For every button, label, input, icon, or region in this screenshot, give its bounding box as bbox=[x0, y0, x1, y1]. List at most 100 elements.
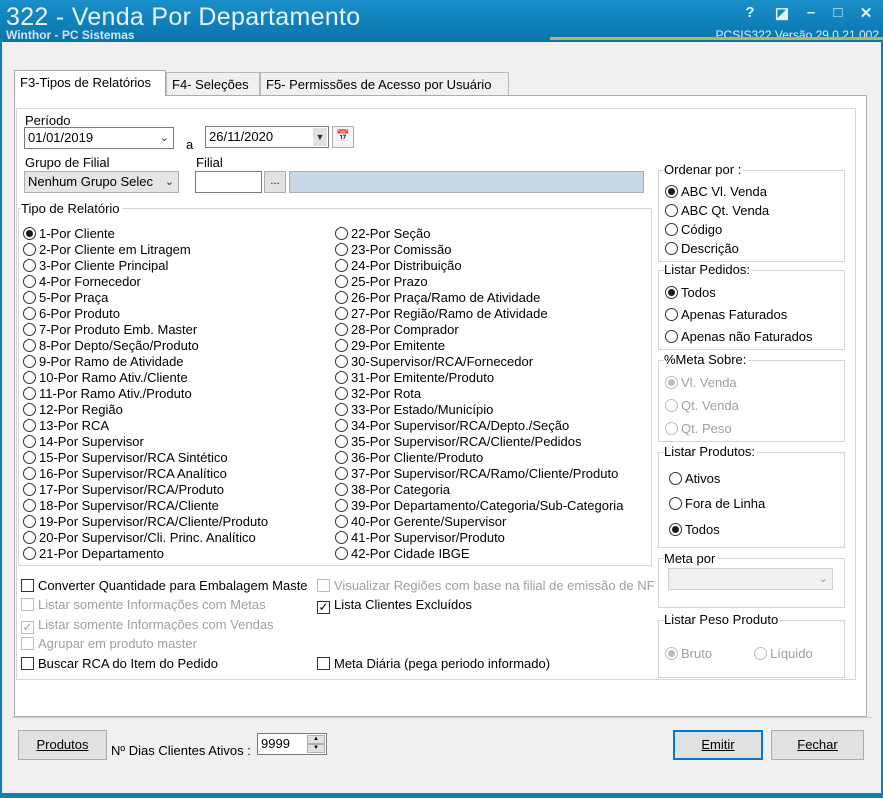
radio-39-por-departamento-categoria-sub-categoria[interactable]: 39-Por Departamento/Categoria/Sub-Catego… bbox=[335, 498, 623, 514]
radio-3-por-cliente-principal[interactable]: 3-Por Cliente Principal bbox=[23, 258, 168, 274]
radio-todos[interactable]: Todos bbox=[669, 522, 720, 538]
restore-layout-icon[interactable]: ◪ bbox=[774, 4, 790, 22]
radio-7-por-produto-emb-master[interactable]: 7-Por Produto Emb. Master bbox=[23, 322, 197, 338]
radio-circle-icon bbox=[665, 242, 678, 255]
radio-circle-icon bbox=[335, 435, 348, 448]
radio-9-por-ramo-de-atividade[interactable]: 9-Por Ramo de Atividade bbox=[23, 354, 184, 370]
radio-19-por-supervisor-rca-cliente-produto[interactable]: 19-Por Supervisor/RCA/Cliente/Produto bbox=[23, 514, 268, 530]
radio-circle-icon bbox=[665, 223, 678, 236]
fechar-button[interactable]: Fechar bbox=[771, 730, 864, 760]
radio-label: 13-Por RCA bbox=[39, 418, 110, 433]
periodo-from-field[interactable]: 01/01/2019 ⌄ bbox=[24, 127, 174, 149]
radio-ativos[interactable]: Ativos bbox=[669, 471, 720, 487]
radio-label: 29-Por Emitente bbox=[351, 338, 445, 353]
periodo-to-field[interactable]: 26/11/2020 ▼ bbox=[205, 126, 329, 148]
radio-34-por-supervisor-rca-depto-secao[interactable]: 34-Por Supervisor/RCA/Depto./Seção bbox=[335, 418, 569, 434]
close-icon[interactable]: ✕ bbox=[858, 4, 874, 22]
tab-permissoes[interactable]: F5- Permissões de Acesso por Usuário bbox=[260, 72, 509, 95]
radio-fora-de-linha[interactable]: Fora de Linha bbox=[669, 496, 765, 512]
radio-label: 4-Por Fornecedor bbox=[39, 274, 141, 289]
radio-30-supervisor-rca-fornecedor[interactable]: 30-Supervisor/RCA/Fornecedor bbox=[335, 354, 533, 370]
radio-codigo[interactable]: Código bbox=[665, 222, 722, 238]
radio-14-por-supervisor[interactable]: 14-Por Supervisor bbox=[23, 434, 144, 450]
radio-2-por-cliente-em-litragem[interactable]: 2-Por Cliente em Litragem bbox=[23, 242, 191, 258]
radio-32-por-rota[interactable]: 32-Por Rota bbox=[335, 386, 421, 402]
radio-abc-qt-venda[interactable]: ABC Qt. Venda bbox=[665, 203, 769, 219]
dias-clientes-stepper[interactable]: 9999 ▲ ▼ bbox=[257, 733, 327, 755]
radio-26-por-praca-ramo-de-atividade[interactable]: 26-Por Praça/Ramo de Atividade bbox=[335, 290, 540, 306]
radio-28-por-comprador[interactable]: 28-Por Comprador bbox=[335, 322, 459, 338]
fechar-button-label: Fechar bbox=[797, 737, 838, 752]
checkbox-lista-clientes-excluidos[interactable]: ✓ Lista Clientes Excluídos bbox=[317, 597, 472, 614]
minimize-icon[interactable]: – bbox=[803, 4, 819, 21]
radio-20-por-supervisor-cli-princ-analitico[interactable]: 20-Por Supervisor/Cli. Princ. Analítico bbox=[23, 530, 256, 546]
radio-15-por-supervisor-rca-sintetico[interactable]: 15-Por Supervisor/RCA Sintético bbox=[23, 450, 228, 466]
radio-label: Todos bbox=[685, 522, 720, 537]
tab-selecoes[interactable]: F4- Seleções bbox=[166, 72, 260, 95]
title-bar: 322 - Venda Por Departamento Winthor - P… bbox=[0, 0, 883, 42]
radio-36-por-cliente-produto[interactable]: 36-Por Cliente/Produto bbox=[335, 450, 483, 466]
filial-search-button[interactable]: ... bbox=[264, 171, 286, 193]
radio-circle-icon bbox=[335, 371, 348, 384]
emitir-button[interactable]: Emitir bbox=[673, 730, 763, 760]
radio-41-por-supervisor-produto[interactable]: 41-Por Supervisor/Produto bbox=[335, 530, 505, 546]
radio-apenas-nao-faturados[interactable]: Apenas não Faturados bbox=[665, 329, 813, 345]
radio-circle-icon bbox=[665, 204, 678, 217]
checkmark-icon: ✓ bbox=[21, 620, 34, 634]
radio-8-por-depto-secao-produto[interactable]: 8-Por Depto/Seção/Produto bbox=[23, 338, 199, 354]
radio-27-por-regiao-ramo-de-atividade[interactable]: 27-Por Região/Ramo de Atividade bbox=[335, 306, 548, 322]
checkbox-converter-quantidade-para-embalagem-maste[interactable]: Converter Quantidade para Embalagem Mast… bbox=[21, 578, 308, 594]
radio-24-por-distribuicao[interactable]: 24-Por Distribuição bbox=[335, 258, 462, 274]
radio-5-por-praca[interactable]: 5-Por Praça bbox=[23, 290, 108, 306]
radio-label: 17-Por Supervisor/RCA/Produto bbox=[39, 482, 224, 497]
radio-22-por-secao[interactable]: 22-Por Seção bbox=[335, 226, 431, 242]
radio-label: 16-Por Supervisor/RCA Analítico bbox=[39, 466, 227, 481]
radio-descricao[interactable]: Descrição bbox=[665, 241, 739, 257]
radio-13-por-rca[interactable]: 13-Por RCA bbox=[23, 418, 109, 434]
radio-12-por-regiao[interactable]: 12-Por Região bbox=[23, 402, 123, 418]
radio-33-por-estado-municipio[interactable]: 33-Por Estado/Município bbox=[335, 402, 493, 418]
radio-circle-icon bbox=[23, 403, 36, 416]
radio-4-por-fornecedor[interactable]: 4-Por Fornecedor bbox=[23, 274, 141, 290]
radio-23-por-comissao[interactable]: 23-Por Comissão bbox=[335, 242, 451, 258]
filial-code-input[interactable] bbox=[195, 171, 262, 193]
radio-17-por-supervisor-rca-produto[interactable]: 17-Por Supervisor/RCA/Produto bbox=[23, 482, 224, 498]
radio-1-por-cliente[interactable]: 1-Por Cliente bbox=[23, 226, 115, 242]
radio-21-por-departamento[interactable]: 21-Por Departamento bbox=[23, 546, 164, 562]
periodo-separator: a bbox=[186, 137, 194, 152]
dropdown-arrow-icon[interactable]: ▼ bbox=[313, 128, 327, 146]
radio-apenas-faturados[interactable]: Apenas Faturados bbox=[665, 307, 787, 323]
radio-16-por-supervisor-rca-analitico[interactable]: 16-Por Supervisor/RCA Analítico bbox=[23, 466, 227, 482]
help-icon[interactable]: ? bbox=[742, 4, 758, 21]
stepper-up-icon[interactable]: ▲ bbox=[307, 735, 325, 744]
radio-abc-vl-venda[interactable]: ABC Vl. Venda bbox=[665, 184, 767, 200]
radio-31-por-emitente-produto[interactable]: 31-Por Emitente/Produto bbox=[335, 370, 494, 386]
radio-11-por-ramo-ativ-produto[interactable]: 11-Por Ramo Ativ./Produto bbox=[23, 386, 192, 402]
radio-label: Código bbox=[681, 222, 723, 237]
radio-18-por-supervisor-rca-cliente[interactable]: 18-Por Supervisor/RCA/Cliente bbox=[23, 498, 219, 514]
radio-circle-icon bbox=[23, 451, 36, 464]
meta-por-select[interactable]: ⌄ bbox=[668, 568, 833, 590]
radio-35-por-supervisor-rca-cliente-pedidos[interactable]: 35-Por Supervisor/RCA/Cliente/Pedidos bbox=[335, 434, 582, 450]
produtos-button[interactable]: Produtos bbox=[18, 730, 107, 760]
checkbox-meta-diaria-pega-periodo-informado[interactable]: Meta Diária (pega periodo informado) bbox=[317, 656, 550, 672]
radio-38-por-categoria[interactable]: 38-Por Categoria bbox=[335, 482, 450, 498]
tab-tipos-relatorios[interactable]: F3-Tipos de Relatórios bbox=[14, 70, 166, 96]
radio-label: 39-Por Departamento/Categoria/Sub-Catego… bbox=[351, 498, 624, 513]
radio-circle-icon bbox=[23, 355, 36, 368]
radio-42-por-cidade-ibge[interactable]: 42-Por Cidade IBGE bbox=[335, 546, 470, 562]
calendar-icon[interactable]: 📅 bbox=[332, 126, 354, 148]
grupo-filial-select[interactable]: Nenhum Grupo Selec ⌄ bbox=[24, 171, 179, 193]
radio-37-por-supervisor-rca-ramo-cliente-produto[interactable]: 37-Por Supervisor/RCA/Ramo/Cliente/Produ… bbox=[335, 466, 618, 482]
radio-40-por-gerente-supervisor[interactable]: 40-Por Gerente/Supervisor bbox=[335, 514, 506, 530]
radio-29-por-emitente[interactable]: 29-Por Emitente bbox=[335, 338, 445, 354]
checkbox-buscar-rca-do-item-do-pedido[interactable]: Buscar RCA do Item do Pedido bbox=[21, 656, 218, 672]
radio-circle-icon bbox=[23, 259, 36, 272]
radio-10-por-ramo-ativ-cliente[interactable]: 10-Por Ramo Ativ./Cliente bbox=[23, 370, 188, 386]
stepper-down-icon[interactable]: ▼ bbox=[307, 744, 325, 753]
maximize-icon[interactable]: □ bbox=[830, 4, 846, 21]
radio-25-por-prazo[interactable]: 25-Por Prazo bbox=[335, 274, 428, 290]
radio-6-por-produto[interactable]: 6-Por Produto bbox=[23, 306, 120, 322]
radio-todos[interactable]: Todos bbox=[665, 285, 716, 301]
radio-circle-icon bbox=[669, 523, 682, 536]
